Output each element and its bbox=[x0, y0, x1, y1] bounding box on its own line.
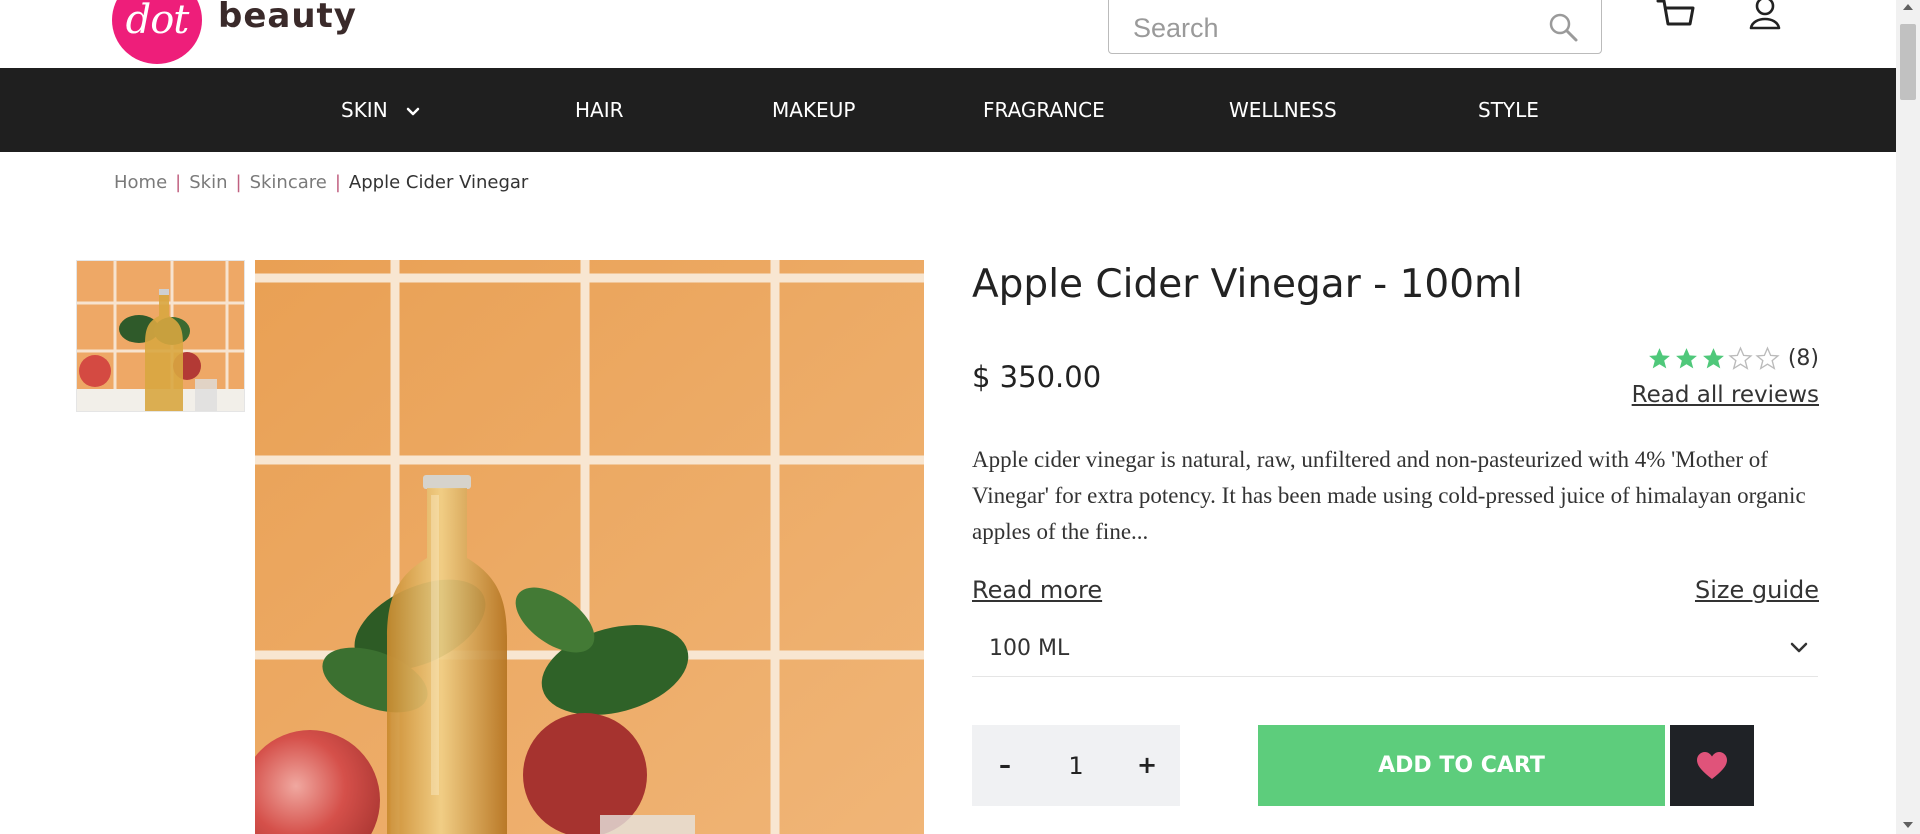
breadcrumb-skin[interactable]: Skin bbox=[189, 172, 227, 193]
breadcrumb-home[interactable]: Home bbox=[114, 172, 167, 193]
breadcrumb: Home | Skin | Skincare | Apple Cider Vinegar bbox=[114, 172, 528, 193]
product-description: Apple cider vinegar is natural, raw, unf… bbox=[972, 447, 1806, 544]
product-photo bbox=[255, 260, 924, 834]
cart-icon[interactable] bbox=[1656, 0, 1696, 34]
nav-item-wellness[interactable]: WELLNESS bbox=[1229, 68, 1337, 152]
product-price: $ 350.00 bbox=[972, 360, 1102, 394]
star-filled-icon bbox=[1648, 348, 1670, 369]
star-filled-icon bbox=[1675, 348, 1697, 369]
star-empty-icon bbox=[1728, 346, 1753, 370]
main-nav: SKIN HAIR MAKEUP FRAGRANCE WELLNESS STYL… bbox=[0, 68, 1896, 152]
site-header: dot beauty bbox=[0, 0, 1896, 68]
nav-item-label: SKIN bbox=[341, 98, 388, 122]
scroll-down-arrow[interactable] bbox=[1903, 822, 1913, 828]
search-icon[interactable] bbox=[1547, 11, 1579, 43]
heart-icon bbox=[1697, 751, 1727, 779]
chevron-down-icon bbox=[1790, 642, 1808, 653]
product-main-image[interactable] bbox=[255, 260, 924, 834]
breadcrumb-separator: | bbox=[175, 172, 182, 193]
size-guide-link[interactable]: Size guide bbox=[1695, 576, 1819, 604]
quantity-value[interactable]: 1 bbox=[1068, 752, 1083, 780]
page-scrollbar[interactable] bbox=[1896, 0, 1920, 834]
size-select[interactable]: 100 ML bbox=[972, 620, 1818, 677]
quantity-decrease-button[interactable]: – bbox=[972, 725, 1038, 806]
star-filled-icon bbox=[1702, 348, 1724, 369]
scroll-up-arrow[interactable] bbox=[1903, 4, 1913, 10]
scrollbar-thumb[interactable] bbox=[1900, 24, 1916, 100]
breadcrumb-current: Apple Cider Vinegar bbox=[348, 172, 529, 193]
logo-mark[interactable]: dot bbox=[112, 0, 202, 64]
read-all-reviews-link[interactable]: Read all reviews bbox=[1632, 382, 1819, 408]
user-icon[interactable] bbox=[1748, 0, 1782, 34]
breadcrumb-separator: | bbox=[334, 172, 341, 193]
thumbnail-image bbox=[77, 261, 244, 411]
logo-text[interactable]: beauty bbox=[218, 0, 357, 36]
product-title: Apple Cider Vinegar - 100ml bbox=[972, 262, 1523, 307]
star-empty-icon bbox=[1755, 346, 1780, 370]
chevron-down-icon bbox=[406, 107, 420, 115]
quantity-stepper: – 1 + bbox=[972, 725, 1180, 806]
nav-item-hair[interactable]: HAIR bbox=[575, 68, 624, 152]
product-thumbnail[interactable] bbox=[76, 260, 245, 412]
add-to-cart-button[interactable]: ADD TO CART bbox=[1258, 725, 1665, 806]
product-rating[interactable]: (8) bbox=[1645, 346, 1819, 371]
read-more-link[interactable]: Read more bbox=[972, 576, 1102, 604]
product-page: dot beauty SKIN HAIR MAKEUP FRAGRANCE W bbox=[0, 0, 1896, 834]
quantity-increase-button[interactable]: + bbox=[1114, 725, 1180, 806]
breadcrumb-separator: | bbox=[235, 172, 242, 193]
size-select-value: 100 ML bbox=[989, 635, 1070, 661]
nav-item-fragrance[interactable]: FRAGRANCE bbox=[983, 68, 1105, 152]
nav-item-style[interactable]: STYLE bbox=[1478, 68, 1539, 152]
nav-item-makeup[interactable]: MAKEUP bbox=[772, 68, 855, 152]
nav-item-skin[interactable]: SKIN bbox=[341, 68, 420, 152]
rating-count: (8) bbox=[1787, 346, 1819, 371]
wishlist-button[interactable] bbox=[1670, 725, 1754, 806]
search-box bbox=[1108, 0, 1602, 54]
breadcrumb-skincare[interactable]: Skincare bbox=[250, 172, 327, 193]
search-input[interactable] bbox=[1131, 9, 1535, 47]
